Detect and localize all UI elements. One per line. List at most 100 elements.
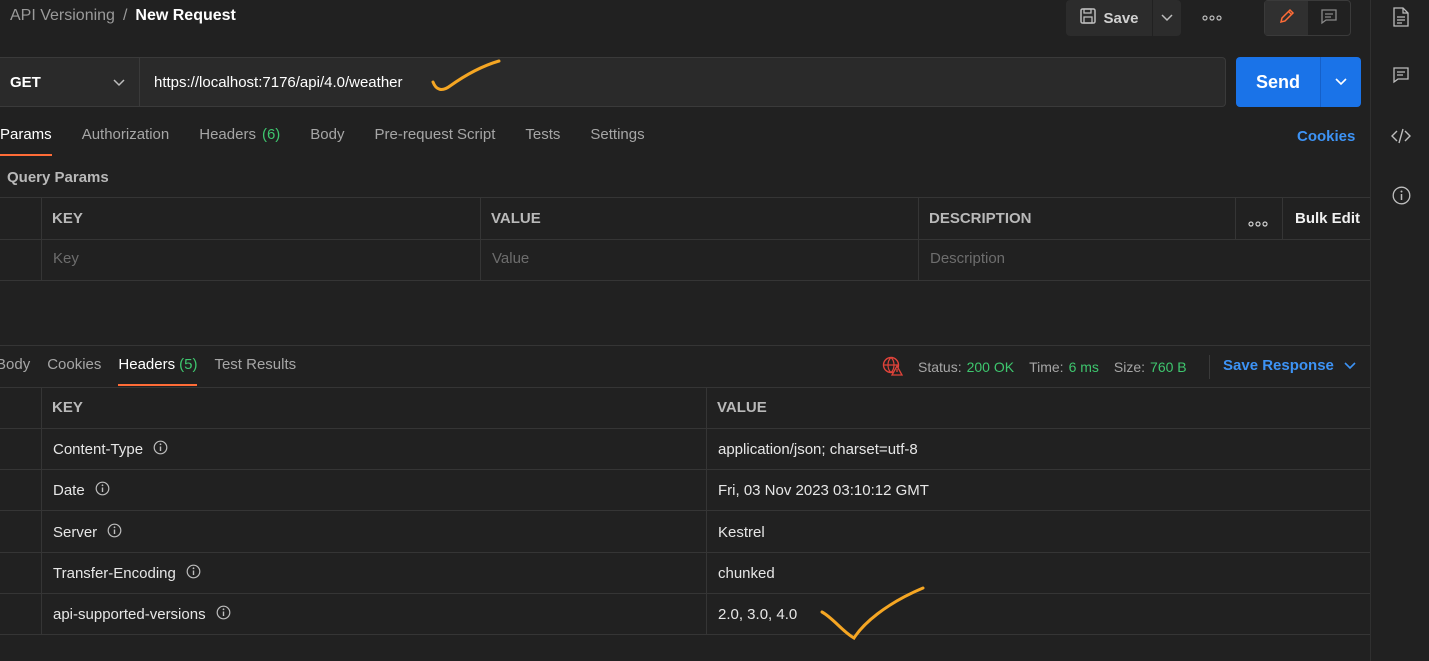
query-params-title: Query Params (7, 169, 109, 186)
tab-label: Authorization (81, 126, 170, 143)
url-input[interactable]: https://localhost:7176/api/4.0/weather (140, 58, 403, 106)
info-icon[interactable] (216, 605, 231, 624)
edit-icon (1278, 7, 1296, 30)
pane-divider[interactable] (0, 345, 1370, 346)
info-icon (1392, 186, 1411, 210)
cookies-link[interactable]: Cookies (1297, 128, 1355, 145)
save-button[interactable]: Save (1066, 0, 1153, 36)
table-options-button[interactable] (1248, 214, 1268, 232)
tab-label: Body (0, 356, 31, 373)
comment-mode-button[interactable] (1308, 1, 1350, 35)
send-button[interactable]: Send (1236, 57, 1321, 107)
edit-mode-button[interactable] (1265, 1, 1308, 35)
description-input[interactable]: Description (930, 250, 1005, 267)
divider (0, 593, 1370, 594)
divider (0, 510, 1370, 511)
tab-params[interactable]: Params (0, 126, 52, 156)
tab-pre-request-script[interactable]: Pre-request Script (375, 126, 496, 156)
divider (1235, 197, 1236, 239)
request-workspace: API Versioning / New Request Save GET ht… (0, 0, 1370, 661)
header-key: Content-Type (53, 440, 144, 458)
column-header-key: KEY (52, 210, 83, 227)
tab-headers[interactable]: Headers (6) (199, 126, 280, 156)
status-value[interactable]: 200 OK (967, 359, 1014, 375)
tab-response-headers[interactable]: Headers (5) (118, 356, 198, 386)
size-label: Size: (1113, 359, 1146, 375)
save-options-button[interactable] (1153, 0, 1181, 36)
tab-count: (5) (179, 356, 198, 373)
request-title[interactable]: New Request (135, 7, 235, 25)
save-group: Save (1066, 0, 1181, 36)
comments-button[interactable] (1392, 66, 1410, 89)
comment-icon (1392, 66, 1410, 89)
tab-tests[interactable]: Tests (525, 126, 560, 156)
header-value: application/json; charset=utf-8 (718, 440, 918, 458)
tab-body[interactable]: Body (310, 126, 344, 156)
tab-label: Headers (118, 356, 176, 373)
code-icon (1391, 127, 1411, 150)
tab-authorization[interactable]: Authorization (82, 126, 170, 156)
info-icon[interactable] (186, 564, 201, 583)
chevron-down-icon (1161, 9, 1173, 27)
chevron-down-icon (1335, 73, 1347, 91)
divider (0, 197, 1370, 198)
tab-settings[interactable]: Settings (590, 126, 644, 156)
more-actions-button[interactable] (1196, 6, 1228, 28)
divider (0, 552, 1370, 553)
response-status: Status: 200 OK Time: 6 ms Size: 760 B (882, 356, 1202, 379)
size-value[interactable]: 760 B (1150, 359, 1187, 375)
breadcrumb: API Versioning / New Request (10, 7, 236, 25)
value-input[interactable]: Value (492, 250, 529, 267)
column-header-value: VALUE (717, 399, 767, 416)
table-row-key: Date (53, 479, 110, 501)
column-header-value: VALUE (491, 210, 541, 227)
save-icon (1079, 7, 1097, 29)
code-snippet-button[interactable] (1391, 127, 1411, 150)
request-info-button[interactable] (1392, 186, 1411, 210)
documentation-button[interactable] (1392, 7, 1410, 32)
tab-test-results[interactable]: Test Results (214, 356, 296, 386)
header-value: Kestrel (718, 523, 765, 541)
time-value[interactable]: 6 ms (1069, 359, 1099, 375)
table-row-key: Server (53, 521, 122, 543)
time-label: Time: (1029, 359, 1064, 375)
mode-toggle (1264, 0, 1351, 36)
comment-icon (1320, 7, 1338, 30)
tab-label: Settings (590, 126, 645, 143)
header-key: Server (53, 523, 98, 541)
divider (0, 428, 1370, 429)
tab-response-body[interactable]: Body (0, 356, 30, 386)
table-row-key: Content-Type (53, 438, 168, 460)
save-response-label: Save Response (1223, 357, 1334, 374)
url-bar: GET https://localhost:7176/api/4.0/weath… (0, 57, 1226, 107)
divider (0, 239, 1370, 240)
tab-label: Test Results (214, 356, 297, 373)
table-row-key: api-supported-versions (53, 603, 231, 625)
response-tabs: Body Cookies Headers (5) Test Results (0, 356, 313, 388)
method-select[interactable]: GET (0, 58, 140, 106)
column-header-key: KEY (52, 399, 83, 416)
tab-count: (6) (261, 126, 281, 143)
info-icon[interactable] (107, 523, 122, 542)
right-sidebar (1370, 0, 1429, 661)
divider (0, 387, 1370, 388)
save-response-button[interactable]: Save Response (1223, 357, 1356, 374)
header-key: Transfer-Encoding (53, 564, 176, 582)
annotation-checkmark (820, 586, 925, 640)
more-icon (1248, 214, 1268, 232)
bulk-edit-button[interactable]: Bulk Edit (1295, 210, 1360, 227)
more-icon (1202, 8, 1222, 26)
info-icon[interactable] (95, 481, 110, 500)
document-icon (1392, 7, 1410, 32)
globe-warning-icon[interactable] (882, 356, 904, 379)
divider (0, 634, 1370, 635)
key-input[interactable]: Key (53, 250, 79, 267)
breadcrumb-collection[interactable]: API Versioning (10, 7, 115, 25)
save-label: Save (1103, 9, 1139, 27)
send-options-button[interactable] (1321, 57, 1361, 107)
annotation-checkmark (431, 59, 501, 91)
column-header-description: DESCRIPTION (929, 210, 1032, 227)
info-icon[interactable] (153, 440, 168, 459)
tab-response-cookies[interactable]: Cookies (47, 356, 101, 386)
tab-label: Cookies (47, 356, 102, 373)
